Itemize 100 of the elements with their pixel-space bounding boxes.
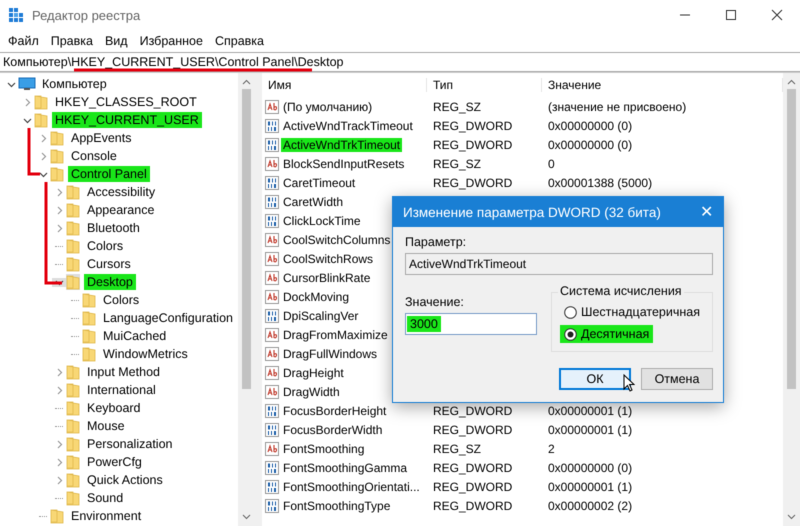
tree-item[interactable]: Cursors [84,256,134,272]
column-header[interactable]: Тип [427,78,542,92]
menu-item[interactable]: Справка [208,34,270,48]
address-field[interactable]: Компьютер\HKEY_CURRENT_USER\Control Panel\Desktop [0,53,800,71]
scroll-up-icon[interactable] [787,79,796,85]
scrollbar[interactable] [238,73,255,526]
radio-button[interactable] [564,306,578,318]
scrollbar[interactable] [783,73,800,526]
menu-item[interactable]: Вид [98,34,134,48]
string-value-icon [265,270,279,284]
tree-item[interactable]: PowerCfg [84,454,145,470]
value-name[interactable]: BlockSendInputResets [281,156,406,170]
maximize-icon[interactable] [725,9,737,21]
tree-item[interactable]: Accessibility [84,184,158,200]
tree-item[interactable]: Sound [84,490,126,506]
value-name[interactable]: ActiveWndTrkTimeout [281,138,402,152]
tree-item[interactable]: WindowMetrics [100,346,191,362]
tree-item[interactable]: Environment [68,508,144,524]
tree-item[interactable]: Desktop [84,274,136,290]
close-icon[interactable] [771,9,783,21]
value-name[interactable]: CoolSwitchRows [281,252,376,266]
value-name[interactable]: CursorBlinkRate [281,270,372,284]
dialog-button[interactable]: Отмена [641,368,713,390]
value-field[interactable]: 3000 [405,313,538,335]
string-value-icon [265,290,279,304]
tree-item[interactable]: International [84,382,159,398]
chevron-down-icon[interactable] [54,278,64,286]
scroll-down-icon[interactable] [242,514,251,520]
string-value-icon [265,366,279,380]
chevron-right-icon[interactable] [54,440,64,448]
value-type: REG_SZ [432,156,482,170]
dialog-title: Изменение параметра DWORD (32 бита) [403,204,661,220]
value-name[interactable]: ClickLockTime [281,214,363,228]
binary-value-icon [265,194,279,208]
tree-item[interactable]: HKEY_CURRENT_USER [52,112,202,128]
string-value-icon [265,328,279,342]
tree-item[interactable]: HKEY_CLASSES_ROOT [52,94,200,110]
value-name[interactable]: DragFromMaximize [281,328,390,342]
menu-item[interactable]: Правка [44,34,99,48]
chevron-down-icon[interactable] [38,170,48,178]
tree-item[interactable]: Appearance [84,202,158,218]
close-button[interactable]: ✕ [700,202,713,222]
tree-item[interactable]: Colors [84,238,126,254]
tree-item[interactable]: Quick Actions [84,472,166,488]
value-name[interactable]: DragWidth [281,384,342,398]
value-name[interactable]: FontSmoothing [281,442,366,456]
tree-item[interactable]: Console [68,148,120,164]
dialog-button[interactable]: ОК [559,368,631,390]
tree-item[interactable]: AppEvents [68,130,134,146]
radio-label[interactable]: Шестнадцатеричная [581,305,700,319]
binary-value-icon [265,176,279,190]
scroll-down-icon[interactable] [787,514,796,520]
tree-item[interactable]: Mouse [84,418,128,434]
value-name[interactable]: DragHeight [281,366,346,380]
value-type: REG_DWORD [432,176,514,190]
chevron-right-icon[interactable] [54,386,64,394]
tree-item[interactable]: Control Panel [68,166,150,182]
chevron-right-icon[interactable] [54,476,64,484]
value-name[interactable]: FontSmoothingType [281,498,392,512]
string-value-icon [265,442,279,456]
parameter-field[interactable]: ActiveWndTrkTimeout [405,253,713,275]
value-name[interactable]: CoolSwitchColumns [281,232,392,246]
tree-item[interactable]: Colors [100,292,142,308]
value-name[interactable]: FocusBorderWidth [281,422,384,436]
value-name[interactable]: DragFullWindows [281,346,380,360]
value-name[interactable]: CaretTimeout [281,176,358,190]
tree-item[interactable]: Keyboard [84,400,144,416]
column-header[interactable]: Имя [262,78,427,92]
value-name[interactable]: FocusBorderHeight [281,404,388,418]
chevron-right-icon[interactable] [54,368,64,376]
chevron-down-icon[interactable] [22,116,32,124]
scroll-up-icon[interactable] [242,79,251,85]
chevron-down-icon[interactable] [6,80,16,88]
tree-item[interactable]: Bluetooth [84,220,143,236]
value-name[interactable]: DpiScalingVer [281,308,360,322]
tree-item[interactable]: Input Method [84,364,163,380]
value-name[interactable]: DockMoving [281,290,352,304]
string-value-icon [265,100,279,114]
tree-item[interactable]: Компьютер [39,76,110,92]
chevron-right-icon[interactable] [38,134,48,142]
tree-item[interactable]: MuiCached [100,328,170,344]
binary-value-icon [265,422,279,436]
chevron-right-icon[interactable] [54,224,64,232]
value-data: (значение не присвоено) [547,100,688,114]
tree-item[interactable]: LanguageConfiguration [100,310,236,326]
chevron-right-icon[interactable] [22,98,32,106]
value-name[interactable]: CaretWidth [281,194,346,208]
value-name[interactable]: FontSmoothingGamma [281,460,410,474]
menu-item[interactable]: Файл [2,34,45,48]
chevron-right-icon[interactable] [54,458,64,466]
value-data: 0x00001388 (5000) [547,176,654,190]
chevron-right-icon[interactable] [54,206,64,214]
value-name[interactable]: (По умолчанию) [281,100,374,114]
radio-button[interactable] [564,328,578,340]
chevron-right-icon[interactable] [38,152,48,160]
value-name[interactable]: ActiveWndTrackTimeout [281,118,415,132]
tree-item[interactable]: Personalization [84,436,176,452]
value-name[interactable]: FontSmoothingOrientati... [281,480,422,494]
chevron-right-icon[interactable] [54,188,64,196]
menu-item[interactable]: Избранное [134,34,209,48]
